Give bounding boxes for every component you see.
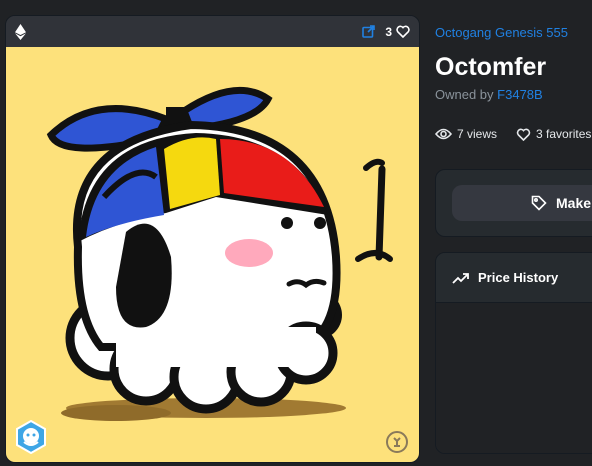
heart-icon[interactable] [396, 25, 410, 38]
collection-link[interactable]: Octogang Genesis 555 [435, 25, 568, 40]
favorites-count: 3 favorites [536, 127, 592, 141]
price-history-panel: Price History [435, 252, 592, 454]
nft-card: 3 [5, 15, 420, 463]
external-link-icon[interactable] [362, 25, 376, 38]
owner-line: Owned by F3478B [435, 87, 543, 102]
collection-badge-icon [14, 420, 48, 454]
item-stats: 7 views 3 favorites [435, 127, 592, 141]
eye-icon [435, 128, 452, 140]
favorite-count: 3 [385, 24, 392, 39]
artist-signature-icon [385, 430, 409, 454]
tag-icon [531, 195, 547, 211]
offer-panel: Make [435, 169, 592, 237]
price-history-chart-area [436, 303, 592, 453]
ethereum-icon [15, 23, 27, 40]
favorites-stat: 3 favorites [516, 127, 591, 141]
item-title: Octomfer [435, 53, 547, 81]
price-history-title: Price History [478, 270, 559, 285]
trending-up-icon [452, 272, 469, 284]
owned-by-label: Owned by [435, 87, 494, 102]
views-count: 7 views [457, 127, 498, 141]
make-offer-label: Make [556, 195, 592, 211]
price-history-header[interactable]: Price History [436, 253, 592, 303]
nft-artwork[interactable] [6, 47, 419, 462]
heart-icon [516, 128, 531, 141]
item-detail-panel: Octogang Genesis 555 Octomfer Owned by F… [435, 0, 592, 466]
card-toolbar: 3 [6, 16, 419, 47]
owner-link[interactable]: F3478B [497, 87, 543, 102]
make-offer-button[interactable]: Make [452, 185, 592, 221]
views-stat: 7 views [435, 127, 497, 141]
octopus-illustration [46, 86, 393, 421]
